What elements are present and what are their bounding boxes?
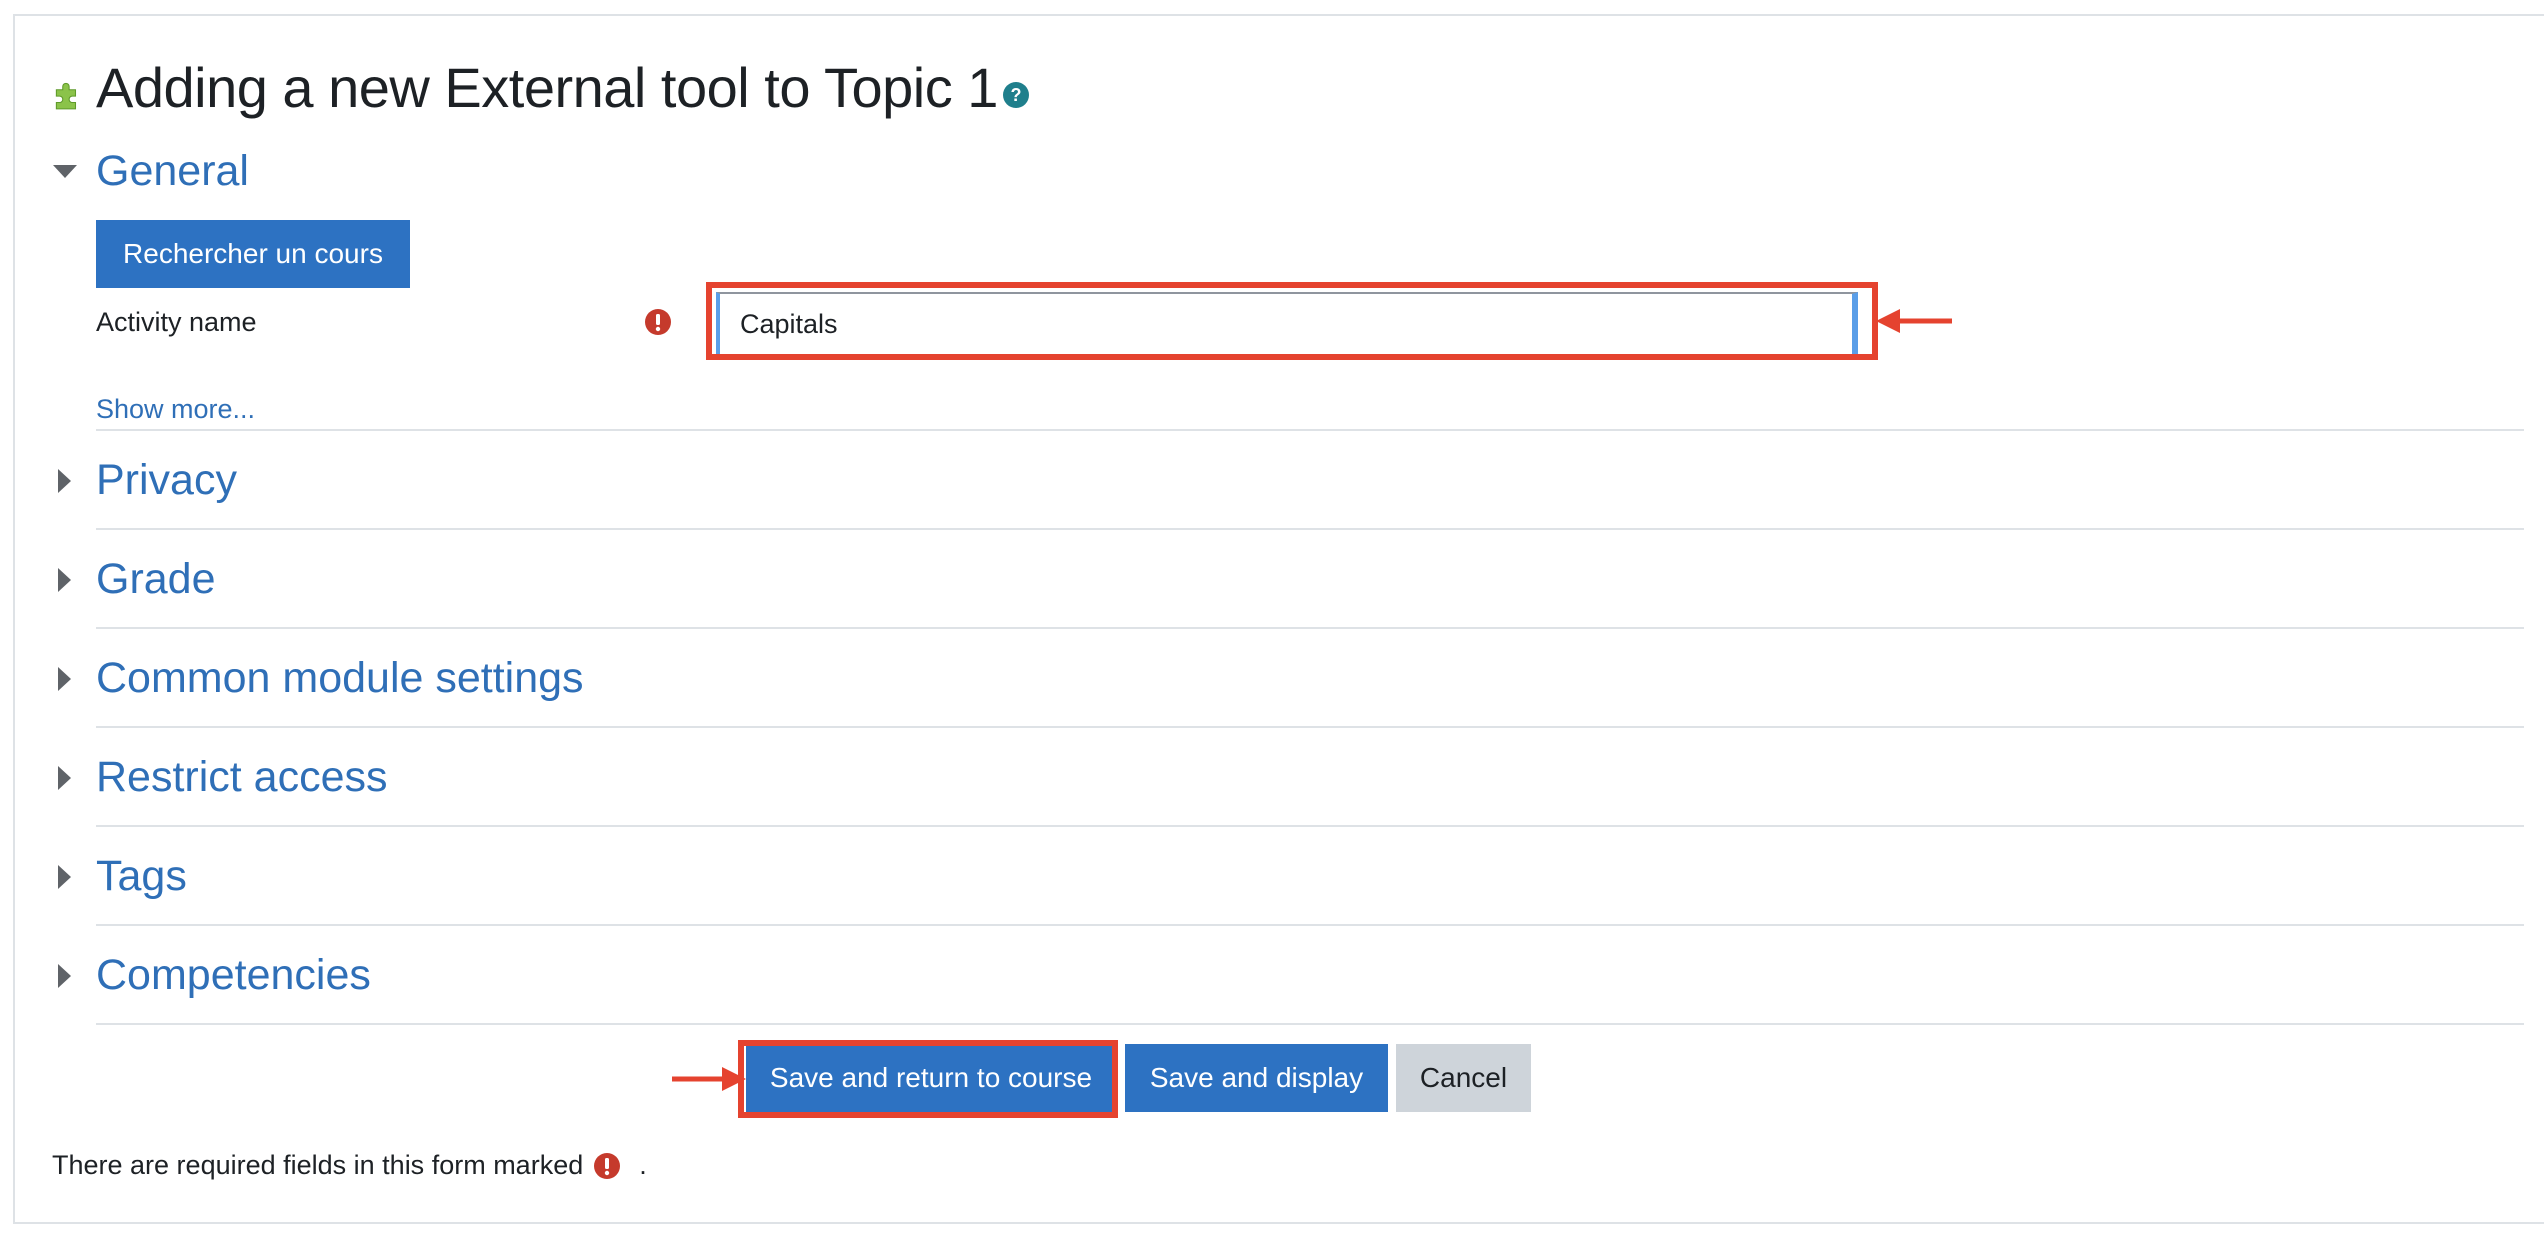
save-and-display-button[interactable]: Save and display xyxy=(1125,1044,1388,1112)
required-note-suffix: . xyxy=(639,1150,647,1180)
required-exclamation-icon xyxy=(645,309,671,335)
puzzle-piece-icon xyxy=(55,82,77,110)
page-header: Adding a new External tool to Topic 1 ? xyxy=(50,60,1030,116)
annotation-box-save-return xyxy=(738,1040,1118,1118)
cancel-button[interactable]: Cancel xyxy=(1396,1044,1531,1112)
page-title: Adding a new External tool to Topic 1 xyxy=(96,56,998,119)
caret-right-icon xyxy=(50,664,80,694)
section-grade[interactable]: Grade xyxy=(50,558,216,601)
caret-right-icon xyxy=(50,565,80,595)
section-divider xyxy=(96,726,2524,728)
form-frame xyxy=(13,14,2544,1224)
section-label-competencies: Competencies xyxy=(96,951,371,999)
required-note-text: There are required fields in this form m… xyxy=(52,1150,584,1180)
caret-right-icon xyxy=(50,862,80,892)
section-privacy[interactable]: Privacy xyxy=(50,459,237,502)
section-label-common-module-settings: Common module settings xyxy=(96,654,584,702)
section-label-grade: Grade xyxy=(96,555,216,603)
section-label-privacy: Privacy xyxy=(96,456,237,504)
caret-right-icon xyxy=(50,961,80,991)
section-divider xyxy=(96,528,2524,530)
caret-down-icon xyxy=(50,157,80,187)
section-label-tags: Tags xyxy=(96,852,187,900)
section-restrict-access[interactable]: Restrict access xyxy=(50,756,388,799)
section-divider xyxy=(96,924,2524,926)
annotation-arrow-left-icon xyxy=(1876,309,1952,333)
section-tags[interactable]: Tags xyxy=(50,855,187,898)
required-exclamation-icon xyxy=(594,1152,621,1179)
svg-text:?: ? xyxy=(1010,85,1021,105)
section-label-restrict-access: Restrict access xyxy=(96,753,388,801)
section-divider xyxy=(96,825,2524,827)
show-more-link[interactable]: Show more... xyxy=(96,394,255,425)
section-competencies[interactable]: Competencies xyxy=(50,954,371,997)
activity-name-label: Activity name xyxy=(96,307,257,337)
required-fields-note: There are required fields in this form m… xyxy=(52,1150,647,1181)
section-divider xyxy=(96,1023,2524,1025)
section-general[interactable]: General xyxy=(50,150,249,193)
section-divider xyxy=(96,429,2524,431)
search-course-button[interactable]: Rechercher un cours xyxy=(96,220,410,288)
help-question-icon[interactable]: ? xyxy=(1002,81,1030,109)
caret-right-icon xyxy=(50,763,80,793)
section-label-general: General xyxy=(96,147,249,195)
annotation-box-activity-name xyxy=(706,282,1878,360)
caret-right-icon xyxy=(50,466,80,496)
annotation-arrow-right-icon xyxy=(672,1067,746,1091)
section-common-module-settings[interactable]: Common module settings xyxy=(50,657,584,700)
section-divider xyxy=(96,627,2524,629)
